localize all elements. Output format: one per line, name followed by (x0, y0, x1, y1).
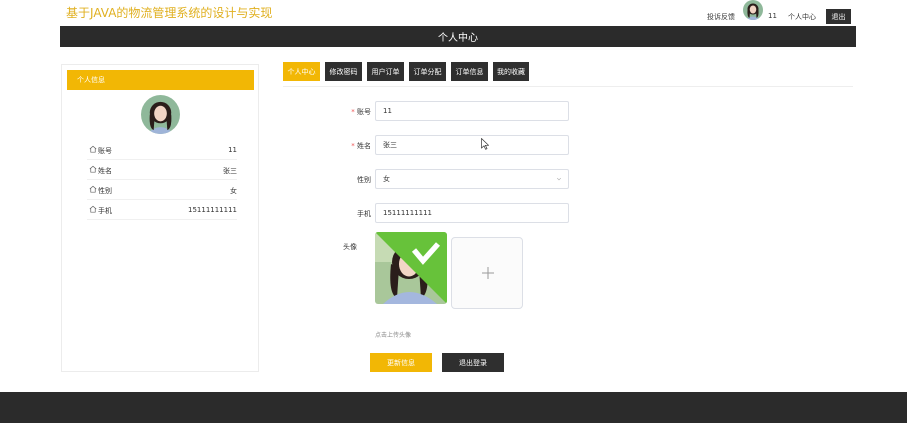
logout-account-button[interactable]: 退出登录 (442, 353, 504, 372)
profile-avatar (141, 95, 180, 134)
info-row-account: 账号 11 (87, 140, 237, 160)
info-row-phone: 手机 15111111111 (87, 200, 237, 220)
tab-user-orders[interactable]: 用户订单 (367, 62, 404, 81)
home-icon (89, 185, 97, 193)
info-label: 性别 (98, 187, 112, 195)
gender-label: 性别 (357, 176, 371, 184)
phone-input[interactable]: 15111111111 (375, 203, 569, 223)
footer (0, 392, 907, 423)
page-banner: 个人中心 (60, 26, 856, 47)
info-label: 手机 (98, 207, 112, 215)
avatar-photo-icon (743, 0, 763, 20)
info-value: 11 (228, 146, 237, 154)
plus-icon (482, 267, 494, 279)
mouse-cursor-icon (481, 138, 489, 150)
home-icon (89, 205, 97, 213)
upload-hint: 点击上传头像 (375, 332, 412, 339)
name-input[interactable]: 张三 (375, 135, 569, 155)
info-value: 15111111111 (188, 206, 237, 214)
tab-my-favorites[interactable]: 我的收藏 (493, 62, 529, 81)
avatar-label: 头像 (343, 243, 357, 251)
profile-card: 个人信息 账号 11 姓名 张三 性别 女 手机 15111111111 (61, 64, 259, 372)
avatar-preview[interactable] (375, 232, 447, 304)
page-title: 个人中心 (438, 33, 478, 44)
site-title[interactable]: 基于JAVA的物流管理系统的设计与实现 (66, 4, 272, 21)
profile-card-heading: 个人信息 (67, 70, 254, 90)
tab-order-info[interactable]: 订单信息 (451, 62, 488, 81)
tab-divider (283, 86, 853, 87)
chevron-down-icon (556, 177, 562, 181)
user-avatar[interactable] (743, 0, 763, 20)
info-row-gender: 性别 女 (87, 180, 237, 200)
name-label: * 姓名 (351, 142, 371, 150)
gender-select[interactable]: 女 (375, 169, 569, 189)
check-icon (375, 232, 447, 304)
home-icon (89, 165, 97, 173)
info-row-name: 姓名 张三 (87, 160, 237, 180)
tab-order-assignment[interactable]: 订单分配 (409, 62, 446, 81)
tab-change-password[interactable]: 修改密码 (325, 62, 362, 81)
phone-label: 手机 (357, 210, 371, 218)
info-label: 账号 (98, 147, 112, 155)
tab-personal-center[interactable]: 个人中心 (283, 62, 320, 81)
gender-selected-value: 女 (383, 175, 390, 183)
update-info-button[interactable]: 更新信息 (370, 353, 432, 372)
logout-button[interactable]: 退出 (826, 9, 851, 24)
info-value: 女 (230, 187, 237, 195)
info-value: 张三 (223, 167, 237, 175)
profile-link[interactable]: 个人中心 (788, 12, 816, 22)
username-label: 11 (768, 12, 777, 20)
feedback-link[interactable]: 投诉反馈 (707, 12, 735, 22)
avatar-photo-icon (141, 95, 180, 134)
home-icon (89, 145, 97, 153)
avatar-upload-button[interactable] (451, 237, 523, 309)
top-bar: 基于JAVA的物流管理系统的设计与实现 投诉反馈 11 个人中心 退出 (0, 0, 907, 26)
account-input[interactable]: 11 (375, 101, 569, 121)
info-label: 姓名 (98, 167, 112, 175)
account-label: * 账号 (351, 108, 371, 116)
